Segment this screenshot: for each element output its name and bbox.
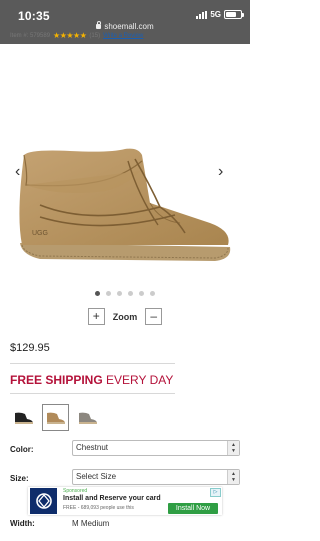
color-swatches	[10, 404, 101, 431]
carousel-dot[interactable]	[139, 291, 144, 296]
size-select-value: Select Size	[76, 472, 117, 481]
status-time: 10:35	[18, 9, 50, 23]
ad-app-logo-icon	[30, 488, 57, 514]
carousel-dot[interactable]	[128, 291, 133, 296]
size-select[interactable]: Select Size ▲ ▼	[72, 469, 240, 485]
lock-icon	[96, 21, 102, 29]
shipping-bold-text: FREE SHIPPING	[10, 373, 103, 387]
shipping-banner: FREE SHIPPING EVERY DAY	[10, 373, 173, 387]
review-row: Item #: 579589 ★★★★★ (15) Write a Review	[10, 31, 143, 40]
carousel-dot[interactable]	[95, 291, 100, 296]
ad-subtitle: FREE - 689,093 people use this	[63, 505, 134, 511]
url-bar[interactable]: shoemall.com	[0, 21, 250, 31]
status-indicators: 5G	[196, 10, 244, 19]
svg-text:UGG: UGG	[32, 230, 48, 237]
swatch-gray[interactable]	[74, 404, 101, 431]
ad-title: Install and Reserve your card	[63, 495, 161, 502]
color-select[interactable]: Chestnut ▲ ▼	[72, 440, 240, 456]
product-image[interactable]: UGG	[10, 125, 240, 290]
width-label: Width:	[10, 519, 35, 528]
write-review-link[interactable]: Write a Review	[103, 33, 143, 39]
swatch-chestnut[interactable]	[42, 404, 69, 431]
url-text: shoemall.com	[104, 22, 154, 31]
width-value[interactable]: M Medium	[72, 519, 109, 528]
signal-icon	[196, 10, 208, 19]
size-label: Size:	[10, 474, 29, 483]
ad-choices-icon[interactable]: ▷	[210, 488, 221, 497]
carousel-dot[interactable]	[150, 291, 155, 296]
carousel-dot[interactable]	[117, 291, 122, 296]
zoom-label: Zoom	[112, 311, 138, 322]
swatch-black[interactable]	[10, 404, 37, 431]
shipping-light-text: EVERY DAY	[106, 373, 174, 387]
zoom-in-button[interactable]: +	[87, 308, 105, 325]
review-count[interactable]: (15)	[89, 33, 100, 39]
divider	[10, 393, 175, 394]
sponsored-ad[interactable]: Sponsored Install and Reserve your card …	[28, 487, 222, 515]
select-arrows-icon: ▲ ▼	[227, 470, 239, 484]
ad-sponsored-label: Sponsored	[63, 488, 88, 494]
zoom-out-button[interactable]: –	[145, 308, 163, 325]
carousel-next-icon[interactable]: ›	[218, 163, 223, 181]
battery-icon	[224, 10, 244, 19]
color-select-value: Chestnut	[76, 443, 109, 452]
carousel-dots	[0, 291, 250, 296]
carousel-prev-icon[interactable]: ‹	[15, 163, 20, 181]
zoom-controls: + Zoom –	[0, 308, 250, 325]
product-price: $129.95	[10, 342, 50, 354]
select-arrows-icon: ▲ ▼	[227, 441, 239, 455]
carousel-dot[interactable]	[106, 291, 111, 296]
divider	[10, 363, 175, 364]
color-label: Color:	[10, 445, 34, 454]
item-number: Item #: 579589	[10, 32, 51, 39]
ad-install-button[interactable]: Install Now	[168, 503, 218, 514]
rating-stars[interactable]: ★★★★★	[53, 31, 87, 40]
network-type: 5G	[210, 10, 221, 19]
